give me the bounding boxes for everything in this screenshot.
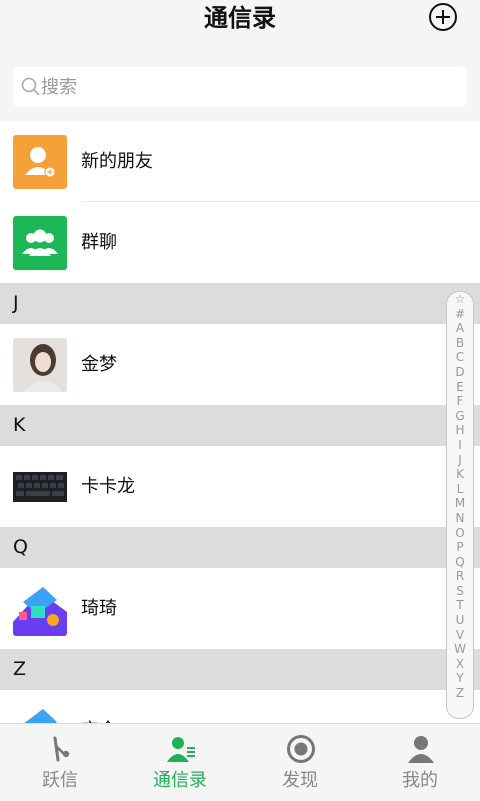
contact-avatar bbox=[13, 582, 67, 636]
page-title: 通信录 bbox=[204, 4, 276, 32]
section-header-k: K bbox=[0, 405, 480, 446]
index-letter[interactable]: W bbox=[447, 642, 473, 657]
discover-icon bbox=[287, 735, 315, 763]
index-letter[interactable]: D bbox=[447, 365, 473, 380]
pin-icon bbox=[53, 736, 70, 762]
index-letter[interactable]: S bbox=[447, 584, 473, 599]
contact-avatar bbox=[13, 338, 67, 392]
index-letter[interactable]: X bbox=[447, 657, 473, 672]
contact-row[interactable]: 琦琦 bbox=[0, 568, 480, 649]
index-letter[interactable]: J bbox=[447, 453, 473, 468]
new-friends-label: 新的朋友 bbox=[81, 151, 153, 172]
section-letter: Q bbox=[13, 536, 28, 558]
new-friend-icon bbox=[13, 135, 67, 189]
index-letter[interactable]: E bbox=[447, 380, 473, 395]
search-box[interactable] bbox=[13, 67, 467, 107]
index-letter[interactable]: K bbox=[447, 467, 473, 482]
index-letter[interactable]: N bbox=[447, 511, 473, 526]
contacts-icon bbox=[167, 737, 195, 762]
new-friends-item[interactable]: 新的朋友 bbox=[0, 121, 480, 202]
tab-label: 发现 bbox=[282, 770, 318, 791]
contact-name: 卡卡龙 bbox=[81, 476, 135, 497]
plus-circle-icon bbox=[429, 3, 457, 31]
contact-list[interactable]: 新的朋友 群聊 J 金梦 K 卡卡龙 Q 琦琦 Z bbox=[0, 121, 480, 723]
bottom-tab-bar: 跃信 通信录 发现 我的 bbox=[0, 723, 480, 801]
section-header-z: Z bbox=[0, 649, 480, 690]
index-letter[interactable]: U bbox=[447, 613, 473, 628]
index-letter[interactable]: R bbox=[447, 569, 473, 584]
index-letter[interactable]: M bbox=[447, 496, 473, 511]
index-letter[interactable]: V bbox=[447, 628, 473, 643]
index-letter[interactable]: Q bbox=[447, 555, 473, 570]
tab-label: 跃信 bbox=[42, 770, 78, 791]
section-header-q: Q bbox=[0, 527, 480, 568]
contact-avatar bbox=[13, 704, 67, 723]
index-letter[interactable]: H bbox=[447, 423, 473, 438]
alphabet-index-bar[interactable]: ☆ # A B C D E F G H I J K L M N O P Q R … bbox=[446, 291, 474, 719]
index-letter[interactable]: B bbox=[447, 336, 473, 351]
group-chat-item[interactable]: 群聊 bbox=[0, 202, 480, 283]
add-button[interactable] bbox=[428, 2, 458, 32]
section-letter: Z bbox=[13, 658, 27, 680]
tab-label: 我的 bbox=[402, 770, 438, 791]
index-letter[interactable]: Z bbox=[447, 686, 473, 701]
index-letter[interactable]: L bbox=[447, 482, 473, 497]
group-chat-icon bbox=[13, 216, 67, 270]
tab-profile[interactable]: 我的 bbox=[360, 724, 480, 801]
index-letter[interactable]: T bbox=[447, 598, 473, 613]
contact-avatar bbox=[13, 460, 67, 514]
section-letter: J bbox=[13, 292, 19, 314]
tab-discover[interactable]: 发现 bbox=[240, 724, 360, 801]
contact-name: 金梦 bbox=[81, 354, 117, 375]
index-letter[interactable]: F bbox=[447, 394, 473, 409]
index-letter[interactable]: Y bbox=[447, 671, 473, 686]
index-letter[interactable]: G bbox=[447, 409, 473, 424]
index-letter[interactable]: A bbox=[447, 321, 473, 336]
tab-contacts[interactable]: 通信录 bbox=[120, 724, 240, 801]
section-letter: K bbox=[13, 414, 26, 436]
contact-row[interactable]: 宝全 bbox=[0, 690, 480, 723]
index-letter[interactable]: O bbox=[447, 526, 473, 541]
index-letter[interactable]: C bbox=[447, 350, 473, 365]
search-icon bbox=[21, 77, 40, 96]
header: 通信录 bbox=[0, 0, 480, 60]
tab-yuexin[interactable]: 跃信 bbox=[0, 724, 120, 801]
index-letter[interactable]: P bbox=[447, 540, 473, 555]
tab-label: 通信录 bbox=[153, 770, 207, 791]
contact-row[interactable]: 金梦 bbox=[0, 324, 480, 405]
index-letter[interactable]: # bbox=[447, 307, 473, 322]
index-letter[interactable]: ☆ bbox=[447, 292, 473, 307]
contact-name: 琦琦 bbox=[81, 598, 117, 619]
section-header-j: J bbox=[0, 283, 480, 324]
group-chat-label: 群聊 bbox=[81, 232, 117, 253]
index-letter[interactable]: I bbox=[447, 438, 473, 453]
contact-name: 宝全 bbox=[81, 690, 117, 723]
search-input[interactable] bbox=[41, 67, 441, 107]
profile-icon bbox=[408, 736, 434, 763]
contact-row[interactable]: 卡卡龙 bbox=[0, 446, 480, 527]
